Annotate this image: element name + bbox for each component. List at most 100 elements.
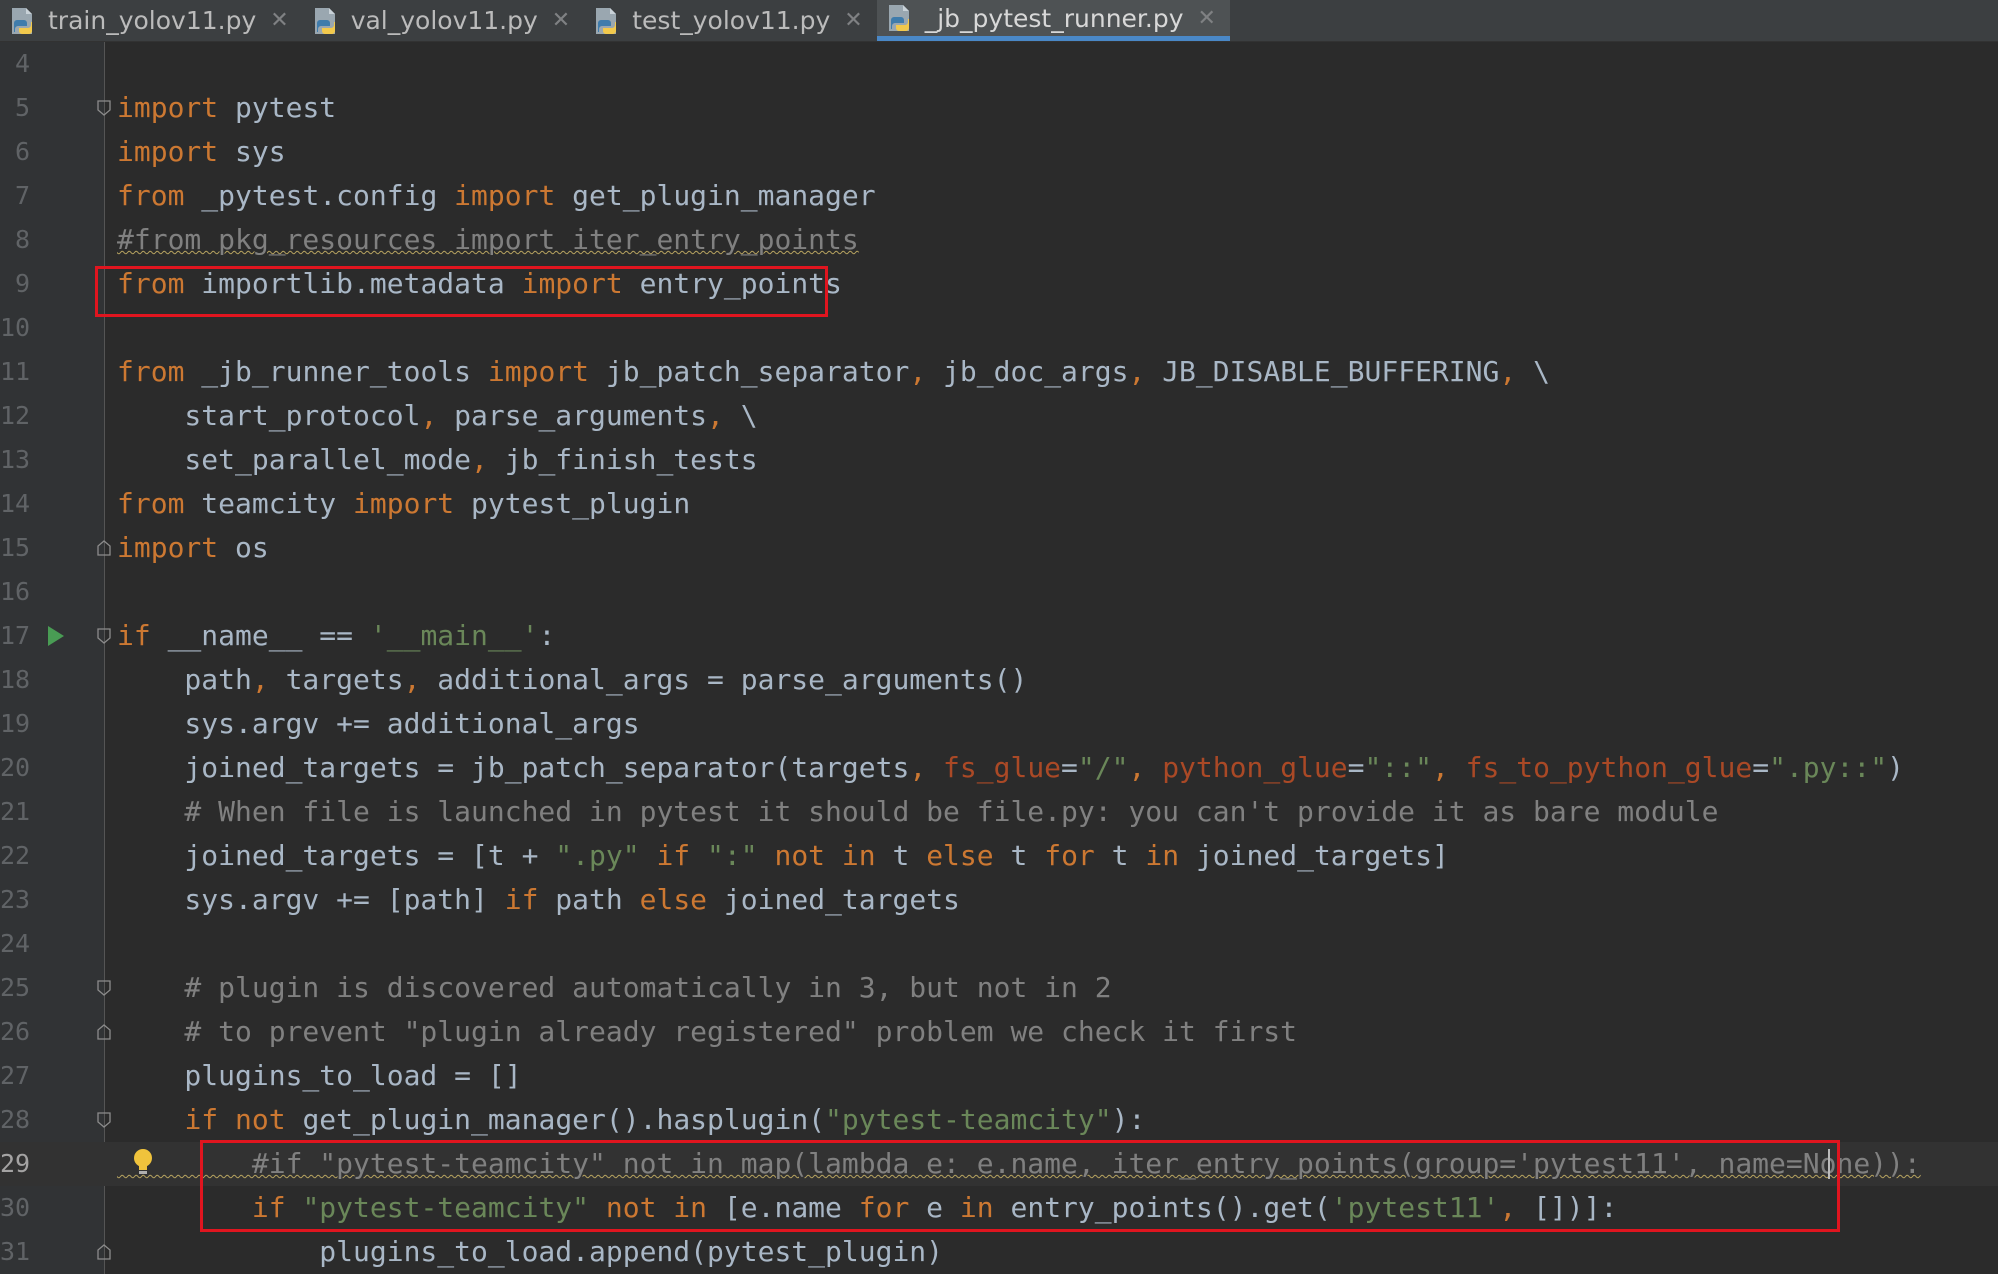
fold-marker-icon[interactable] bbox=[96, 100, 112, 116]
code-line[interactable]: 24 bbox=[0, 922, 1998, 966]
code-line[interactable]: 12 start_protocol, parse_arguments, \ bbox=[0, 394, 1998, 438]
close-icon[interactable]: ✕ bbox=[552, 8, 570, 33]
code-token: ".py" bbox=[555, 839, 640, 872]
code-token: joined_targets = [t + bbox=[117, 839, 556, 872]
code-token: , bbox=[909, 751, 927, 784]
code-token: __name__ == bbox=[150, 619, 370, 652]
tab-val-yolov11-py[interactable]: val_yolov11.py ✕ bbox=[303, 0, 585, 41]
code-token: , bbox=[707, 399, 724, 432]
line-code: joined_targets = [t + ".py" if ":" not i… bbox=[117, 834, 1448, 878]
line-number: 11 bbox=[0, 357, 31, 386]
code-line[interactable]: 5 import pytest bbox=[0, 86, 1998, 130]
tab-label: train_yolov11.py bbox=[48, 6, 257, 35]
code-line[interactable]: 4 bbox=[0, 42, 1998, 86]
fold-marker-icon[interactable] bbox=[96, 628, 112, 644]
code-token: , bbox=[1128, 751, 1146, 784]
code-token: else bbox=[926, 839, 994, 872]
code-token: , bbox=[471, 443, 488, 476]
code-line[interactable]: 26 # to prevent "plugin already register… bbox=[0, 1010, 1998, 1054]
run-icon[interactable] bbox=[48, 626, 64, 646]
code-line[interactable]: 27 plugins_to_load = [] bbox=[0, 1054, 1998, 1098]
highlight-box-line-9 bbox=[95, 266, 828, 317]
code-token: _jb_runner_tools bbox=[184, 355, 488, 388]
code-line[interactable]: 23 sys.argv += [path] if path else joine… bbox=[0, 878, 1998, 922]
line-code: import sys bbox=[117, 130, 286, 174]
close-icon[interactable]: ✕ bbox=[844, 8, 862, 33]
line-number: 27 bbox=[0, 1061, 31, 1090]
lightbulb-icon[interactable] bbox=[132, 1148, 154, 1178]
line-code: set_parallel_mode, jb_finish_tests bbox=[117, 438, 758, 482]
code-line[interactable]: 15 import os bbox=[0, 526, 1998, 570]
line-code: start_protocol, parse_arguments, \ bbox=[117, 394, 757, 438]
code-line[interactable]: 18 path, targets, additional_args = pars… bbox=[0, 658, 1998, 702]
code-token: = bbox=[1752, 751, 1770, 784]
line-number: 19 bbox=[0, 709, 31, 738]
line-number: 18 bbox=[0, 665, 31, 694]
fold-marker-icon[interactable] bbox=[96, 540, 112, 556]
tab-jb-pytest-runner-py[interactable]: _jb_pytest_runner.py ✕ bbox=[876, 0, 1230, 41]
code-line[interactable]: 13 set_parallel_mode, jb_finish_tests bbox=[0, 438, 1998, 482]
tab-test-yolov11-py[interactable]: test_yolov11.py ✕ bbox=[584, 0, 877, 41]
code-token: sys bbox=[218, 135, 286, 168]
code-line[interactable]: 14 from teamcity import pytest_plugin bbox=[0, 482, 1998, 526]
code-token: plugins_to_load = [] bbox=[117, 1059, 522, 1092]
line-number: 20 bbox=[0, 753, 31, 782]
code-token: in bbox=[1145, 839, 1180, 872]
code-token: os bbox=[218, 531, 269, 564]
code-line[interactable]: 21 # When file is launched in pytest it … bbox=[0, 790, 1998, 834]
code-line[interactable]: 7 from _pytest.config import get_plugin_m… bbox=[0, 174, 1998, 218]
code-line[interactable]: 16 bbox=[0, 570, 1998, 614]
code-line[interactable]: 11 from _jb_runner_tools import jb_patch_… bbox=[0, 350, 1998, 394]
code-line[interactable]: 8 #from pkg_resources import iter_entry_p… bbox=[0, 218, 1998, 262]
line-number: 16 bbox=[0, 577, 31, 606]
code-token: parse_arguments bbox=[437, 399, 708, 432]
close-icon[interactable]: ✕ bbox=[1198, 6, 1216, 31]
code-line[interactable]: 20 joined_targets = jb_patch_separator(t… bbox=[0, 746, 1998, 790]
code-token: joined_targets bbox=[707, 883, 960, 916]
code-token: '__main__' bbox=[369, 619, 539, 652]
python-file-icon bbox=[8, 6, 38, 36]
code-token: else bbox=[639, 883, 708, 916]
code-token: , bbox=[1499, 355, 1517, 388]
code-token: fs_to_python_glue bbox=[1465, 751, 1753, 784]
code-line[interactable]: 17 if __name__ == '__main__': bbox=[0, 614, 1998, 658]
line-code: plugins_to_load.append(pytest_plugin) bbox=[117, 1230, 943, 1274]
fold-marker-icon[interactable] bbox=[96, 1024, 112, 1040]
code-line[interactable]: 28 if not get_plugin_manager().hasplugin… bbox=[0, 1098, 1998, 1142]
code-line[interactable]: 19 sys.argv += additional_args bbox=[0, 702, 1998, 746]
code-line[interactable]: 22 joined_targets = [t + ".py" if ":" no… bbox=[0, 834, 1998, 878]
line-number: 14 bbox=[0, 489, 31, 518]
fold-marker-icon[interactable] bbox=[96, 1244, 112, 1260]
code-line[interactable]: 31 plugins_to_load.append(pytest_plugin) bbox=[0, 1230, 1998, 1274]
line-code: sys.argv += additional_args bbox=[117, 702, 639, 746]
fold-marker-icon[interactable] bbox=[96, 1112, 112, 1128]
code-token: import bbox=[353, 487, 455, 520]
code-token: # plugin is discovered automatically in … bbox=[117, 971, 1112, 1004]
tab-train-yolov11-py[interactable]: train_yolov11.py ✕ bbox=[0, 0, 303, 41]
line-number: 8 bbox=[14, 225, 30, 254]
code-token: jb_patch_separator bbox=[589, 355, 910, 388]
code-line[interactable]: 25 # plugin is discovered automatically … bbox=[0, 966, 1998, 1010]
code-token: pytest_plugin bbox=[454, 487, 691, 520]
line-number: 13 bbox=[0, 445, 31, 474]
line-number: 7 bbox=[14, 181, 30, 210]
code-token: jb_finish_tests bbox=[487, 443, 758, 476]
code-token: # to prevent "plugin already registered"… bbox=[117, 1015, 1298, 1048]
code-token: "pytest-teamcity" bbox=[825, 1103, 1112, 1136]
code-token: joined_targets = jb_patch_separator(targ… bbox=[117, 751, 910, 784]
line-number: 12 bbox=[0, 401, 31, 430]
code-editor[interactable]: 4 5 import pytest 6 import sys 7 from _pytest.… bbox=[0, 42, 1998, 1274]
code-token: _pytest.config bbox=[184, 179, 455, 212]
line-number: 28 bbox=[0, 1105, 31, 1134]
code-token: , bbox=[1128, 355, 1146, 388]
fold-marker-icon[interactable] bbox=[96, 980, 112, 996]
python-file-icon bbox=[311, 6, 341, 36]
code-line[interactable]: 6 import sys bbox=[0, 130, 1998, 174]
line-code: if __name__ == '__main__': bbox=[117, 614, 555, 658]
code-token: from bbox=[117, 355, 185, 388]
code-token: set_parallel_mode bbox=[117, 443, 472, 476]
close-icon[interactable]: ✕ bbox=[270, 8, 288, 33]
